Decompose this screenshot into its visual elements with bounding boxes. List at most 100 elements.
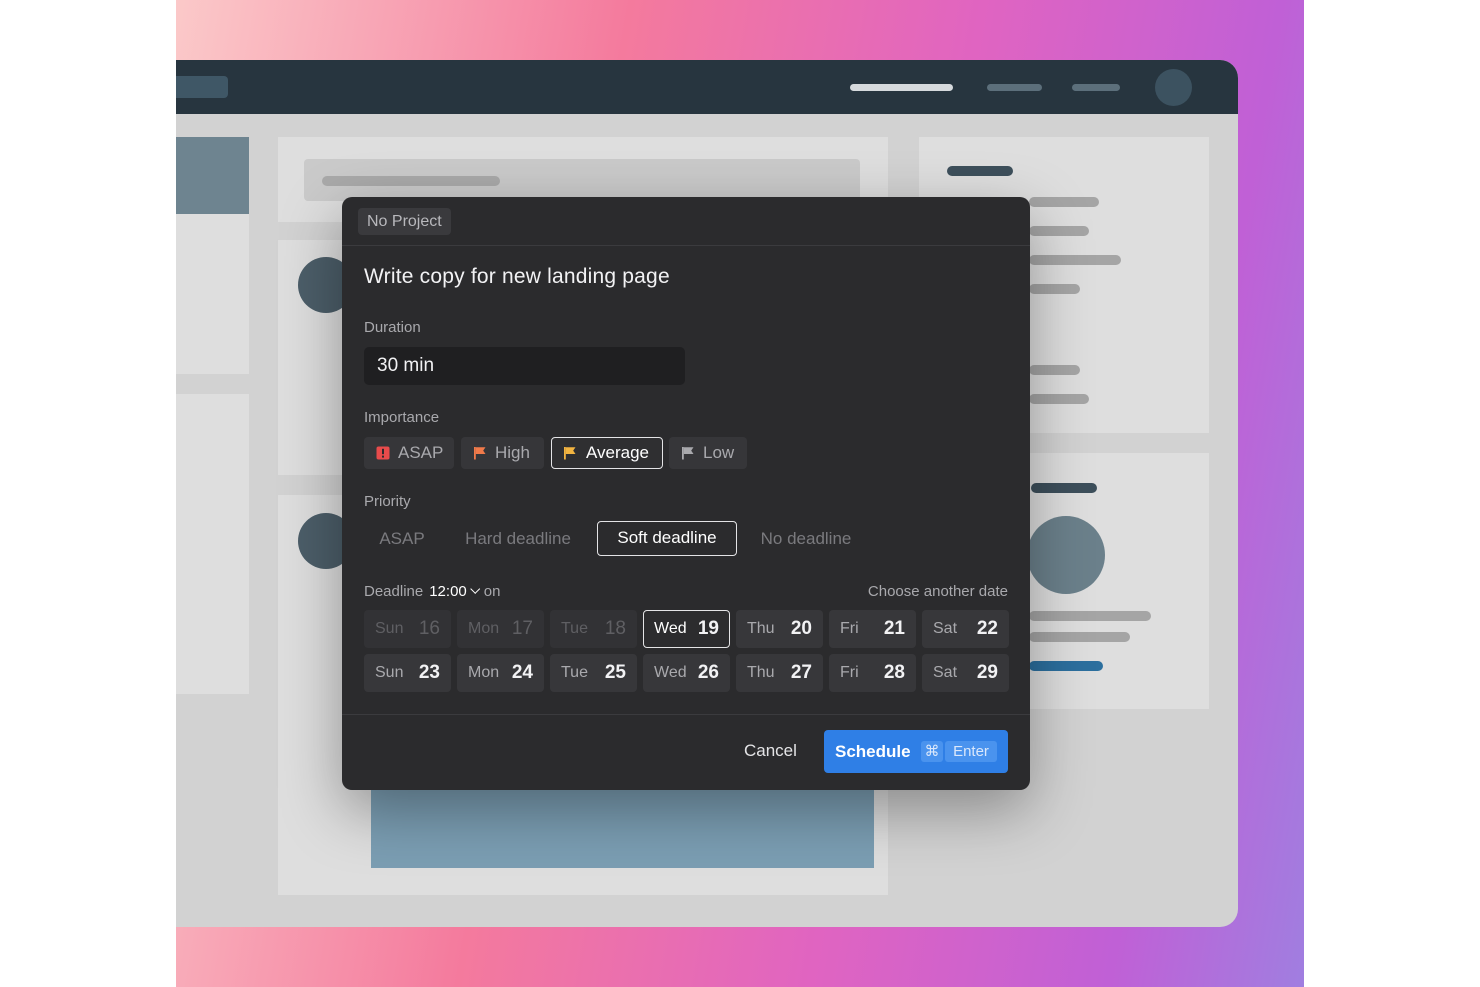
- heading-placeholder: [1031, 483, 1097, 493]
- deadline-day-button[interactable]: Mon 24: [457, 654, 544, 692]
- avatar: [1155, 69, 1192, 106]
- text-placeholder: [1029, 632, 1130, 642]
- day-date: 27: [790, 662, 812, 683]
- deadline-day-button[interactable]: Tue 25: [550, 654, 637, 692]
- day-date: 18: [604, 618, 626, 639]
- schedule-task-modal: No Project Write copy for new landing pa…: [342, 197, 1030, 790]
- nav-placeholder-3: [1072, 84, 1120, 91]
- duration-input[interactable]: 30 min: [364, 347, 685, 385]
- day-date: 22: [976, 618, 998, 639]
- heading-placeholder: [947, 166, 1013, 176]
- day-name: Sun: [375, 664, 404, 681]
- app-topbar: [176, 60, 1238, 114]
- text-placeholder: [1029, 255, 1121, 265]
- deadline-day-button[interactable]: Wed 26: [643, 654, 730, 692]
- day-date: 19: [697, 618, 719, 639]
- deadline-time-select[interactable]: 12:00: [429, 583, 467, 600]
- deadline-day-button[interactable]: Sun 16: [364, 610, 451, 648]
- duration-label: Duration: [364, 319, 421, 336]
- deadline-day-button[interactable]: Sat 22: [922, 610, 1009, 648]
- day-date: 26: [697, 662, 719, 683]
- flag-icon: [564, 447, 576, 460]
- day-date: 23: [418, 662, 440, 683]
- footer-divider: [342, 714, 1030, 715]
- task-title[interactable]: Write copy for new landing page: [364, 265, 670, 289]
- text-placeholder: [1029, 226, 1089, 236]
- importance-low-label: Low: [703, 443, 735, 462]
- importance-asap-button[interactable]: ASAP: [364, 437, 454, 469]
- importance-asap-label: ASAP: [398, 443, 444, 462]
- enter-key-hint: Enter: [945, 741, 997, 762]
- day-name: Fri: [840, 620, 859, 637]
- day-name: Wed: [654, 620, 687, 637]
- deadline-day-button[interactable]: Thu 20: [736, 610, 823, 648]
- deadline-label: Deadline: [364, 583, 424, 600]
- link-placeholder: [1029, 661, 1103, 671]
- text-placeholder: [1029, 284, 1080, 294]
- text-placeholder: [322, 176, 500, 186]
- flag-icon: [474, 447, 486, 460]
- importance-average-label: Average: [586, 443, 650, 462]
- priority-label: Priority: [364, 493, 411, 510]
- importance-label: Importance: [364, 409, 440, 426]
- schedule-button[interactable]: Schedule ⌘ Enter: [824, 730, 1008, 773]
- text-placeholder: [1029, 197, 1099, 207]
- priority-hard-deadline-button[interactable]: Hard deadline: [450, 521, 586, 556]
- sidebar-card-placeholder: [176, 214, 249, 374]
- deadline-on-label: on: [483, 583, 501, 600]
- day-date: 21: [883, 618, 905, 639]
- cancel-button[interactable]: Cancel: [744, 741, 797, 761]
- day-date: 28: [883, 662, 905, 683]
- deadline-day-button[interactable]: Thu 27: [736, 654, 823, 692]
- priority-asap-button[interactable]: ASAP: [364, 521, 440, 556]
- day-date: 29: [976, 662, 998, 683]
- importance-high-label: High: [495, 443, 530, 462]
- command-key-icon: ⌘: [921, 741, 943, 762]
- day-date: 17: [511, 618, 533, 639]
- importance-high-button[interactable]: High: [461, 437, 544, 469]
- deadline-day-button[interactable]: Wed 19: [643, 610, 730, 648]
- app-logo-placeholder: [176, 76, 228, 98]
- flag-icon: [682, 447, 694, 460]
- deadline-day-button[interactable]: Sat 29: [922, 654, 1009, 692]
- day-name: Tue: [561, 620, 588, 637]
- day-name: Fri: [840, 664, 859, 681]
- deadline-day-button[interactable]: Fri 21: [829, 610, 916, 648]
- day-date: 25: [604, 662, 626, 683]
- text-placeholder: [1029, 394, 1089, 404]
- deadline-day-button[interactable]: Sun 23: [364, 654, 451, 692]
- image-placeholder: [371, 788, 874, 868]
- day-date: 20: [790, 618, 812, 639]
- alert-square-icon: [376, 446, 390, 460]
- day-name: Sat: [933, 664, 958, 681]
- sidebar-card-placeholder: [176, 394, 249, 694]
- project-selector[interactable]: No Project: [358, 208, 451, 235]
- chevron-down-icon[interactable]: [470, 584, 480, 594]
- day-name: Mon: [468, 664, 500, 681]
- day-name: Sun: [375, 620, 404, 637]
- priority-soft-deadline-button[interactable]: Soft deadline: [597, 521, 737, 556]
- header-divider: [342, 245, 1030, 246]
- day-name: Thu: [747, 620, 775, 637]
- sidebar-image-placeholder: [176, 137, 249, 214]
- day-name: Tue: [561, 664, 588, 681]
- day-date: 24: [511, 662, 533, 683]
- nav-placeholder-1: [850, 84, 953, 91]
- priority-no-deadline-button[interactable]: No deadline: [747, 521, 865, 556]
- deadline-day-button[interactable]: Fri 28: [829, 654, 916, 692]
- schedule-button-label: Schedule: [835, 742, 911, 761]
- text-placeholder: [1029, 365, 1080, 375]
- nav-placeholder-2: [987, 84, 1042, 91]
- day-date: 16: [418, 618, 440, 639]
- day-name: Wed: [654, 664, 687, 681]
- deadline-day-button[interactable]: Tue 18: [550, 610, 637, 648]
- deadline-day-button[interactable]: Mon 17: [457, 610, 544, 648]
- deadline-row: Deadline 12:00 on: [364, 583, 500, 600]
- day-name: Mon: [468, 620, 500, 637]
- choose-another-date-link[interactable]: Choose another date: [868, 583, 1008, 600]
- importance-average-button[interactable]: Average: [551, 437, 663, 469]
- importance-low-button[interactable]: Low: [669, 437, 747, 469]
- day-name: Thu: [747, 664, 775, 681]
- text-placeholder: [1029, 611, 1151, 621]
- day-name: Sat: [933, 620, 958, 637]
